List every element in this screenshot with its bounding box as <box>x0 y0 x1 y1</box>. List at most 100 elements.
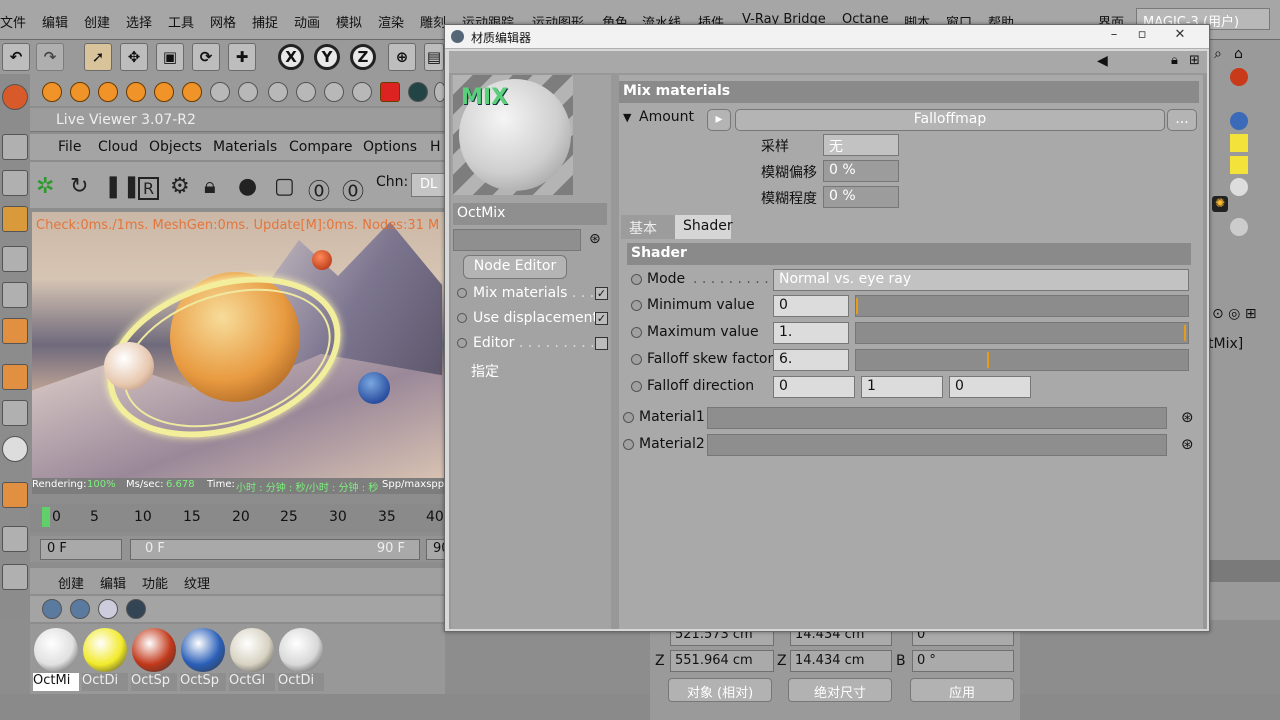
lv-menu-materials[interactable]: Materials <box>213 139 277 155</box>
assign-label[interactable]: 指定 <box>471 361 499 381</box>
mouse-icon[interactable] <box>2 400 28 426</box>
menu-edit[interactable]: 编辑 <box>42 12 68 31</box>
new-window-icon[interactable]: ⊞ <box>1189 53 1200 68</box>
checker-cube-icon[interactable] <box>2 170 28 196</box>
menu-sculpt[interactable]: 雕刻 <box>420 12 446 31</box>
refresh-icon[interactable]: ↻ <box>70 174 88 199</box>
material-swatch[interactable]: OctGl <box>229 627 275 693</box>
z-position-field[interactable]: 551.964 cm <box>670 650 774 672</box>
pause-icon[interactable]: ❚❚ <box>104 174 141 199</box>
anim-dot-icon[interactable] <box>623 439 634 450</box>
maximum-value-slider[interactable] <box>855 322 1189 344</box>
current-frame-field[interactable]: 0 F <box>40 539 122 560</box>
falloff-direction-z[interactable]: 0 <box>949 376 1031 398</box>
octane-obj-icon[interactable] <box>126 82 146 102</box>
undo-icon[interactable]: ↶ <box>2 43 30 71</box>
menu-simulate[interactable]: 模拟 <box>336 12 362 31</box>
pin-m-icon[interactable]: ⓪ <box>342 174 364 206</box>
channel-row-editor[interactable]: Editor . . . . . . . . . <box>457 335 595 351</box>
menu-file[interactable]: 文件 <box>0 12 26 31</box>
octane-obj-icon[interactable] <box>70 82 90 102</box>
object-material-tag[interactable] <box>1230 218 1248 236</box>
material-ball-icon[interactable] <box>70 599 90 619</box>
anim-dot-icon[interactable] <box>631 381 642 392</box>
material1-pick-icon[interactable]: ⊛ <box>1181 408 1194 426</box>
material-swatch[interactable]: OctDi <box>278 627 324 693</box>
material-swatch[interactable]: OctSp <box>131 627 177 693</box>
home-icon[interactable]: ⌂ <box>1234 46 1243 62</box>
material-ball-icon[interactable] <box>98 599 118 619</box>
mm-menu-texture[interactable]: 纹理 <box>184 573 210 592</box>
sampling-select[interactable]: 无 <box>823 134 899 156</box>
material-ball-icon[interactable] <box>126 599 146 619</box>
object-material-tag[interactable] <box>1230 68 1248 86</box>
anim-dot-icon[interactable] <box>631 300 642 311</box>
hatch-icon[interactable] <box>2 564 28 590</box>
minimum-value-slider[interactable] <box>855 295 1189 317</box>
material-sub-field[interactable] <box>453 229 581 251</box>
object-material-tag[interactable] <box>1230 112 1248 130</box>
lock-icon[interactable]: 🔒︎ <box>1171 53 1178 68</box>
material-preview[interactable]: MIX <box>453 75 573 195</box>
checker-grid-icon[interactable] <box>2 526 28 552</box>
dialog-titlebar[interactable]: 材质编辑器 – ▫ ✕ <box>445 25 1209 49</box>
blur-offset-field[interactable]: 0 % <box>823 160 899 182</box>
redo-icon[interactable]: ↷ <box>36 43 64 71</box>
material-swatch[interactable]: OctDi <box>82 627 128 693</box>
settings-gear-icon[interactable]: ⚙ <box>170 174 190 199</box>
blur-degree-field[interactable]: 0 % <box>823 186 899 208</box>
pick-arrow-icon[interactable]: ⊛ <box>589 231 601 247</box>
focus-frame-icon[interactable]: ▢ <box>274 174 295 199</box>
channel-row-use-displacement[interactable]: Use displacement <box>457 310 598 326</box>
tab-shader[interactable]: Shader <box>675 215 733 239</box>
move-tool-icon[interactable]: ✥ <box>120 43 148 71</box>
grid-obj-icon[interactable] <box>296 82 316 102</box>
menu-select[interactable]: 选择 <box>126 12 152 31</box>
cube-points-icon[interactable] <box>2 282 28 308</box>
display-icon[interactable] <box>408 82 428 102</box>
maximize-icon[interactable]: ▫ <box>1131 27 1153 45</box>
select-tool-icon[interactable]: ➚ <box>84 43 112 71</box>
z-axis-toggle[interactable]: Z <box>350 44 376 70</box>
magnet-icon[interactable] <box>2 482 28 508</box>
material2-pick-icon[interactable]: ⊛ <box>1181 435 1194 453</box>
plane-icon[interactable] <box>2 206 28 232</box>
y-axis-toggle[interactable]: Y <box>314 44 340 70</box>
material-swatch[interactable]: OctSp <box>180 627 226 693</box>
s-snap-icon[interactable] <box>2 436 28 462</box>
octane-obj-icon[interactable] <box>182 82 202 102</box>
cube-faces-icon[interactable] <box>2 318 28 344</box>
timeline[interactable]: 0 5 10 15 20 25 30 35 40 <box>30 504 445 532</box>
mm-menu-function[interactable]: 功能 <box>142 573 168 592</box>
lv-menu-cloud[interactable]: Cloud <box>98 139 138 155</box>
lv-menu-help[interactable]: H <box>430 139 441 155</box>
menu-snap[interactable]: 捕捉 <box>252 12 278 31</box>
falloff-skew-field[interactable]: 6. <box>773 349 849 371</box>
falloff-direction-x[interactable]: 0 <box>773 376 855 398</box>
mm-menu-create[interactable]: 创建 <box>58 573 84 592</box>
playhead[interactable] <box>42 507 50 527</box>
tab-basic[interactable]: 基本 <box>621 215 675 239</box>
size-mode-select[interactable]: 绝对尺寸 <box>788 678 892 702</box>
editor-checkbox[interactable] <box>595 337 608 350</box>
attribute-toolbar-icon[interactable]: ⊙ ◎ ⊞ <box>1212 306 1257 322</box>
record-icon[interactable] <box>380 82 400 102</box>
mix-materials-checkbox[interactable]: ✓ <box>595 287 608 300</box>
lv-menu-file[interactable]: File <box>58 139 81 155</box>
amount-shader-button[interactable]: Falloffmap <box>735 109 1165 131</box>
scale-tool-icon[interactable]: ▣ <box>156 43 184 71</box>
apply-button[interactable]: 应用 <box>910 678 1014 702</box>
anim-dot-icon[interactable] <box>631 354 642 365</box>
mm-menu-edit[interactable]: 编辑 <box>100 573 126 592</box>
x-axis-toggle[interactable]: X <box>278 44 304 70</box>
grid-obj-icon[interactable] <box>238 82 258 102</box>
z-size-field[interactable]: 14.434 cm <box>790 650 892 672</box>
menu-tools[interactable]: 工具 <box>168 12 194 31</box>
material1-link-field[interactable] <box>707 407 1167 429</box>
octane-obj-icon[interactable] <box>154 82 174 102</box>
object-material-tag[interactable] <box>1230 134 1248 152</box>
menu-animate[interactable]: 动画 <box>294 12 320 31</box>
back-arrow-icon[interactable]: ◀ <box>1097 53 1108 69</box>
coordinate-system-icon[interactable]: ⊕ <box>388 43 416 71</box>
material-ball-icon[interactable] <box>42 599 62 619</box>
